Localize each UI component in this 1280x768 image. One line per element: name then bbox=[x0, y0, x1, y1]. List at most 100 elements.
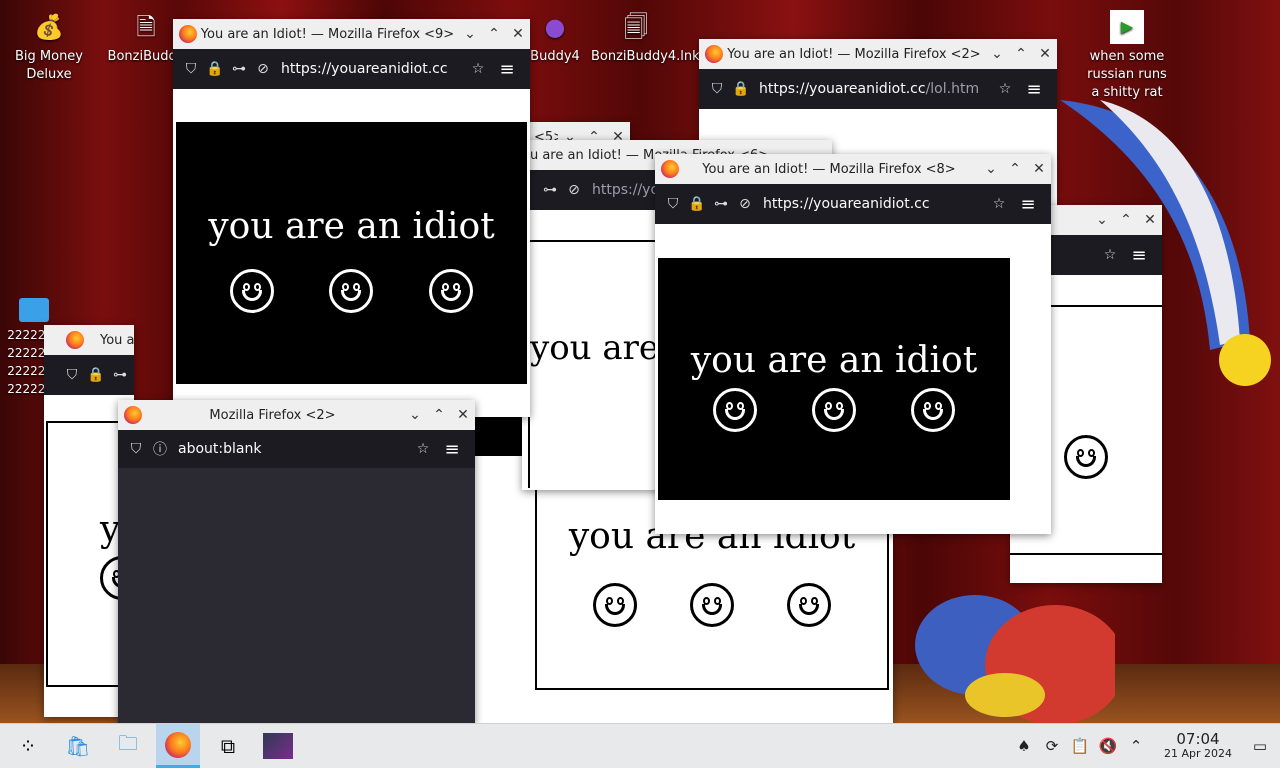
desktop-icon-big-money[interactable]: 💰 Big Money Deluxe bbox=[4, 10, 94, 84]
firefox-window-blank[interactable]: Mozilla Firefox <2> ⌄ ⌃ ✕ ⛉ ⓘ about:blan… bbox=[118, 400, 475, 724]
firefox-icon bbox=[165, 731, 191, 758]
purple-gorilla-icon: ● bbox=[544, 13, 566, 41]
smiley-icon bbox=[689, 583, 734, 627]
money-bag-icon: 💰 bbox=[34, 13, 64, 41]
info-icon[interactable]: ⓘ bbox=[148, 439, 172, 459]
close-button[interactable]: ✕ bbox=[506, 26, 530, 42]
firefox-icon bbox=[705, 45, 723, 63]
lock-icon: 🔒 bbox=[87, 367, 105, 383]
clipboard-icon[interactable]: 📋 bbox=[1066, 737, 1094, 755]
smiley-icon bbox=[429, 269, 474, 313]
firefox-icon bbox=[66, 331, 84, 349]
hamburger-menu-icon[interactable]: ≡ bbox=[1122, 245, 1156, 266]
app-launcher-icon: ⁘ bbox=[19, 734, 37, 758]
lock-icon: 🔒 bbox=[732, 81, 750, 97]
shield-icon[interactable]: ⛉ bbox=[60, 367, 84, 383]
taskbar-app[interactable] bbox=[256, 724, 300, 768]
maximize-button[interactable]: ⌃ bbox=[1009, 46, 1033, 62]
maximize-button[interactable]: ⌃ bbox=[482, 26, 506, 42]
permissions-icon[interactable]: ⊶ bbox=[709, 196, 733, 212]
minimize-button[interactable]: ⌄ bbox=[1090, 212, 1114, 228]
url-bar[interactable]: ⛉ 🔒 ⊶ bbox=[44, 355, 134, 395]
pomni-wallpaper bbox=[915, 595, 1115, 725]
url-bar[interactable]: ⛉ ⓘ about:blank ☆ ≡ bbox=[118, 430, 475, 468]
smiley-icon bbox=[713, 388, 758, 432]
smiley-icon bbox=[229, 269, 274, 313]
smiley-icon bbox=[786, 583, 831, 627]
titlebar[interactable]: You are an bbox=[44, 325, 134, 355]
system-tray: ♠ ⟳ 📋 🔇 ⌃ 07:04 21 Apr 2024 ▭ bbox=[1010, 724, 1280, 768]
close-button[interactable]: ✕ bbox=[451, 407, 475, 423]
bookmark-star-icon[interactable]: ☆ bbox=[411, 441, 435, 457]
url-bar[interactable]: ⛉ 🔒 ⊶ ⊘ https://youareanidiot.cc ☆ ≡ bbox=[173, 49, 530, 89]
shortcut-icon: 🗐 bbox=[624, 13, 648, 41]
permissions-icon[interactable]: ⊶ bbox=[108, 367, 132, 383]
show-desktop-icon[interactable]: ▭ bbox=[1240, 737, 1280, 755]
minimize-button[interactable]: ⌄ bbox=[985, 46, 1009, 62]
clock[interactable]: 07:04 21 Apr 2024 bbox=[1156, 731, 1240, 761]
firefox-window-9[interactable]: You are an Idiot! — Mozilla Firefox <9> … bbox=[173, 19, 530, 417]
taskbar-file-manager[interactable]: 🗀 bbox=[106, 724, 150, 768]
tracking-blocked-icon[interactable]: ⊘ bbox=[251, 61, 275, 77]
desktop-icon-bonzibuddy4-lnk[interactable]: 🗐 BonziBuddy4.lnk bbox=[591, 10, 700, 66]
minimize-button[interactable]: ⌄ bbox=[403, 407, 427, 423]
taskbar-windows[interactable]: ⧉ bbox=[206, 724, 250, 768]
permissions-icon[interactable]: ⊶ bbox=[538, 182, 562, 198]
minimize-button[interactable]: ⌄ bbox=[458, 26, 482, 42]
chevron-up-icon[interactable]: ⌃ bbox=[1122, 737, 1150, 755]
permissions-icon[interactable]: ⊶ bbox=[227, 61, 251, 77]
shield-icon[interactable]: ⛉ bbox=[124, 441, 148, 457]
app-launcher-button[interactable]: ⁘ bbox=[6, 724, 50, 768]
smiley-icon bbox=[910, 388, 955, 432]
bookmark-star-icon[interactable]: ☆ bbox=[993, 81, 1017, 97]
taskbar-discover[interactable]: 🛍 bbox=[56, 724, 100, 768]
windows-stack-icon: ⧉ bbox=[220, 734, 236, 758]
maximize-button[interactable]: ⌃ bbox=[427, 407, 451, 423]
shield-icon[interactable]: ⛉ bbox=[179, 61, 203, 77]
bookmark-star-icon[interactable]: ☆ bbox=[987, 196, 1011, 212]
folder-icon: 🗀 bbox=[118, 731, 138, 755]
bookmark-star-icon[interactable]: ☆ bbox=[466, 61, 490, 77]
bookmark-star-icon[interactable]: ☆ bbox=[1098, 247, 1122, 263]
maximize-button[interactable]: ⌃ bbox=[1003, 161, 1027, 177]
tracking-blocked-icon[interactable]: ⊘ bbox=[562, 182, 586, 198]
hamburger-menu-icon[interactable]: ≡ bbox=[435, 439, 469, 460]
desktop-icon-russian-rat[interactable]: ▶ when some russian runs a shitty rat bbox=[1082, 10, 1172, 102]
shield-icon[interactable]: ⛉ bbox=[661, 196, 685, 212]
titlebar[interactable]: You are an Idiot! — Mozilla Firefox <9> … bbox=[173, 19, 530, 49]
firefox-icon bbox=[661, 160, 679, 178]
titlebar[interactable]: Mozilla Firefox <2> ⌄ ⌃ ✕ bbox=[118, 400, 475, 430]
firefox-icon bbox=[124, 406, 142, 424]
volume-muted-icon[interactable]: 🔇 bbox=[1094, 737, 1122, 755]
close-button[interactable]: ✕ bbox=[1027, 161, 1051, 177]
smiley-icon bbox=[811, 388, 856, 432]
close-button[interactable]: ✕ bbox=[1138, 212, 1162, 228]
hamburger-menu-icon[interactable]: ≡ bbox=[1017, 79, 1051, 100]
document-icon: 🗎 bbox=[136, 13, 156, 41]
tracking-blocked-icon[interactable]: ⊘ bbox=[733, 196, 757, 212]
smiley-icon bbox=[593, 583, 638, 627]
maximize-button[interactable]: ⌃ bbox=[1114, 212, 1138, 228]
smiley-icon bbox=[329, 269, 374, 313]
page-black-smileys bbox=[658, 388, 1010, 500]
tray-app-icon[interactable]: ♠ bbox=[1010, 737, 1038, 755]
titlebar[interactable]: You are an Idiot! — Mozilla Firefox <8> … bbox=[655, 154, 1051, 184]
folder-icon bbox=[19, 298, 49, 322]
video-file-icon: ▶ bbox=[1110, 10, 1144, 44]
url-bar[interactable]: ⛉ 🔒 ⊶ ⊘ https://youareanidiot.cc ☆ ≡ bbox=[655, 184, 1051, 224]
url-bar[interactable]: ⛉ 🔒 https://youareanidiot.cc/lol.htm ☆ ≡ bbox=[699, 69, 1057, 109]
close-button[interactable]: ✕ bbox=[1033, 46, 1057, 62]
hamburger-menu-icon[interactable]: ≡ bbox=[490, 59, 524, 80]
hamburger-menu-icon[interactable]: ≡ bbox=[1011, 194, 1045, 215]
firefox-icon bbox=[179, 25, 197, 43]
taskbar-firefox[interactable] bbox=[156, 724, 200, 768]
titlebar[interactable]: You are an Idiot! — Mozilla Firefox <2> … bbox=[699, 39, 1057, 69]
lock-icon: 🔒 bbox=[688, 196, 706, 212]
shield-icon[interactable]: ⛉ bbox=[705, 81, 729, 97]
shopping-bag-icon: 🛍 bbox=[65, 734, 91, 758]
page-black: you are an idiot bbox=[176, 122, 527, 384]
update-icon[interactable]: ⟳ bbox=[1038, 737, 1066, 755]
app-icon bbox=[263, 733, 293, 759]
smiley-icon bbox=[1064, 435, 1108, 479]
minimize-button[interactable]: ⌄ bbox=[979, 161, 1003, 177]
